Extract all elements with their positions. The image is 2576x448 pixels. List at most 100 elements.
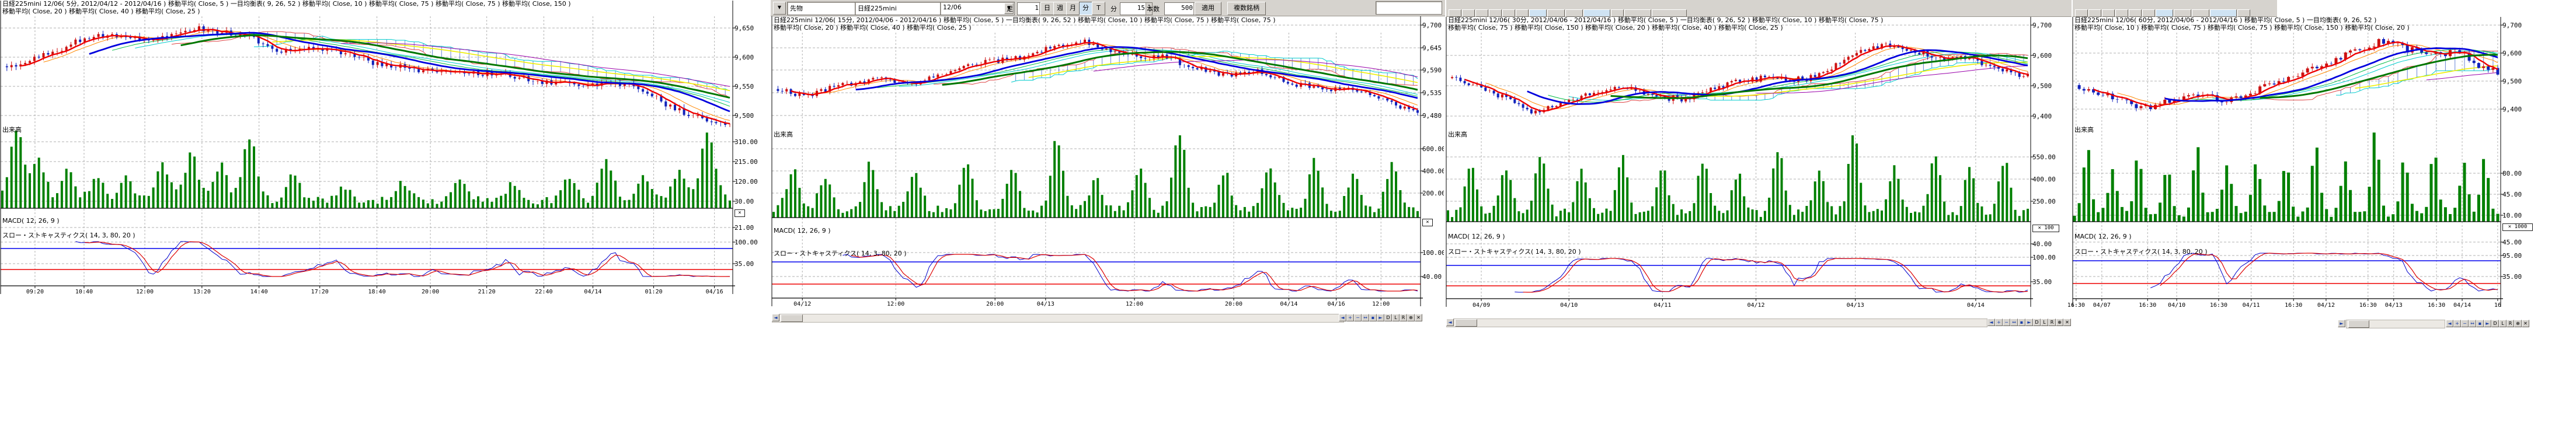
- clipped-toolbar-button[interactable]: [2174, 9, 2191, 17]
- price-axis-label: 9,590: [1422, 66, 1442, 74]
- contract-month-select[interactable]: 12/06▼: [940, 2, 1015, 15]
- price-axis-label: 9,645: [1422, 44, 1442, 52]
- scroll-left-button[interactable]: ◄: [1446, 318, 1454, 326]
- chart-plot[interactable]: [0, 0, 771, 350]
- mode-r-button[interactable]: R: [2507, 320, 2514, 327]
- oscillator-axis-label: 40.00: [1422, 273, 1442, 281]
- clipped-toolbar-button[interactable]: [2210, 9, 2237, 17]
- zoom-out-button[interactable]: −: [2461, 320, 2469, 327]
- clipped-toolbar-button[interactable]: [2075, 9, 2088, 17]
- stop-button[interactable]: ▪: [1369, 314, 1377, 321]
- clipped-toolbar-button[interactable]: [1611, 9, 1624, 17]
- toolbar-menu-button[interactable]: ▼: [773, 2, 786, 15]
- mode-l-button[interactable]: L: [2041, 318, 2048, 326]
- clipped-toolbar-button[interactable]: [1502, 9, 1515, 17]
- mode-d-button[interactable]: D: [2033, 318, 2041, 326]
- fit-width-button[interactable]: ↔: [2469, 320, 2476, 327]
- mode-r-button[interactable]: R: [1400, 314, 1407, 321]
- price-axis-label: 9,400: [2502, 106, 2522, 113]
- clipped-toolbar-button[interactable]: [1583, 9, 1610, 17]
- zoom-out-button[interactable]: −: [2003, 318, 2010, 326]
- scrollbar-thumb[interactable]: [2348, 320, 2369, 328]
- zoom-in-button[interactable]: +: [1995, 318, 2003, 326]
- page-next-button[interactable]: ►: [2484, 320, 2491, 327]
- clipped-toolbar-button[interactable]: [1529, 9, 1547, 17]
- magnify-button[interactable]: ⊕: [2514, 320, 2522, 327]
- close-button[interactable]: ✕: [2522, 320, 2529, 327]
- clipped-toolbar-button[interactable]: [2142, 9, 2155, 17]
- clipped-toolbar-button[interactable]: [1624, 9, 1651, 17]
- period-button-日[interactable]: 日: [1040, 2, 1054, 15]
- clipped-toolbar-button[interactable]: [1547, 9, 1565, 17]
- horizontal-scrollbar[interactable]: [772, 314, 1344, 323]
- stochastics-section-title: スロー・ストキャスティクス( 14, 3, 80, 20 ): [2, 230, 135, 240]
- symbol-select[interactable]: 日経225mini▼: [855, 2, 951, 15]
- clipped-toolbar-button[interactable]: [1462, 9, 1475, 17]
- clipped-toolbar-button[interactable]: [2088, 9, 2101, 17]
- mode-d-button[interactable]: D: [2491, 320, 2499, 327]
- period-button-分[interactable]: 分: [1079, 2, 1092, 15]
- scroll-right-button[interactable]: ►: [2338, 320, 2345, 327]
- scrollbar-thumb[interactable]: [781, 314, 803, 322]
- x-axis-label: 16:30: [2359, 302, 2377, 309]
- x-axis-label: 16: [2494, 302, 2501, 309]
- magnify-button[interactable]: ⊕: [1407, 314, 1415, 321]
- page-first-button[interactable]: ◄: [2446, 320, 2453, 327]
- x-axis-label: 20:00: [422, 289, 439, 295]
- clipped-toolbar-button[interactable]: [1516, 9, 1529, 17]
- clipped-toolbar-button[interactable]: [2192, 9, 2209, 17]
- horizontal-scrollbar[interactable]: [2346, 320, 2445, 328]
- clipped-toolbar-button[interactable]: [1489, 9, 1502, 17]
- period-button-月[interactable]: 月: [1066, 2, 1080, 15]
- stop-button[interactable]: ▪: [2476, 320, 2484, 327]
- clipped-toolbar-button[interactable]: [2156, 9, 2173, 17]
- close-button[interactable]: ✕: [1415, 314, 1422, 321]
- mode-r-button[interactable]: R: [2048, 318, 2056, 326]
- chart-plot[interactable]: [2072, 0, 2537, 350]
- clipped-toolbar-button[interactable]: [1565, 9, 1583, 17]
- instrument-type-select[interactable]: 先物▼: [787, 2, 865, 15]
- page-first-button[interactable]: ◄: [1339, 314, 1346, 321]
- clipped-toolbar-button[interactable]: [1652, 9, 1687, 17]
- zoom-in-button[interactable]: +: [2453, 320, 2461, 327]
- clipped-toolbar-button[interactable]: [1475, 9, 1488, 17]
- clipped-toolbar-button[interactable]: [2237, 9, 2250, 17]
- volume-axis-label: 310.00: [734, 138, 758, 146]
- volume-section-title: 出来高: [1448, 130, 1467, 139]
- close-button[interactable]: ✕: [2063, 318, 2071, 326]
- scroll-left-button[interactable]: ◄: [772, 314, 779, 321]
- zoom-out-button[interactable]: −: [1354, 314, 1362, 321]
- clipped-toolbar-button[interactable]: [2102, 9, 2115, 17]
- clipped-toolbar-button[interactable]: [1449, 9, 1461, 17]
- macd-section-title: MACD( 12, 26, 9 ): [774, 227, 831, 235]
- magnify-button[interactable]: ⊕: [2056, 318, 2063, 326]
- chart-header-line1: 日経225mini 12/06( 30分, 2012/04/06 - 2012/…: [1448, 17, 1883, 24]
- stop-button[interactable]: ▪: [2018, 318, 2025, 326]
- scrollbar-thumb[interactable]: [1455, 319, 1477, 327]
- toolbar-empty-field[interactable]: [1376, 1, 1442, 15]
- price-axis-label: 9,650: [734, 24, 754, 32]
- chart-plot[interactable]: [771, 0, 1445, 350]
- fit-width-button[interactable]: ↔: [1362, 314, 1369, 321]
- volume-axis-label: 45.00: [2502, 191, 2522, 198]
- period-button-週[interactable]: 週: [1053, 2, 1067, 15]
- page-next-button[interactable]: ►: [2025, 318, 2033, 326]
- apply-button[interactable]: 適用: [1195, 2, 1221, 15]
- mode-l-button[interactable]: L: [1392, 314, 1400, 321]
- mode-l-button[interactable]: L: [2499, 320, 2507, 327]
- clipped-toolbar-button[interactable]: [2129, 9, 2142, 17]
- x-axis-label: 17:20: [311, 289, 329, 295]
- mode-d-button[interactable]: D: [1384, 314, 1392, 321]
- multi-symbol-button[interactable]: 複数銘柄: [1227, 2, 1266, 15]
- horizontal-scrollbar[interactable]: [1446, 318, 1987, 327]
- page-next-button[interactable]: ►: [1377, 314, 1384, 321]
- clipped-toolbar-button[interactable]: [2115, 9, 2128, 17]
- period-button-T[interactable]: T: [1092, 2, 1105, 15]
- x-axis-label: 04/11: [2243, 302, 2260, 309]
- fit-width-button[interactable]: ↔: [2010, 318, 2018, 326]
- x-axis-label: 16:30: [2285, 302, 2302, 309]
- zoom-in-button[interactable]: +: [1346, 314, 1354, 321]
- chart-plot[interactable]: [1445, 0, 2072, 350]
- page-first-button[interactable]: ◄: [1987, 318, 1995, 326]
- combo-value: 先物: [790, 5, 803, 12]
